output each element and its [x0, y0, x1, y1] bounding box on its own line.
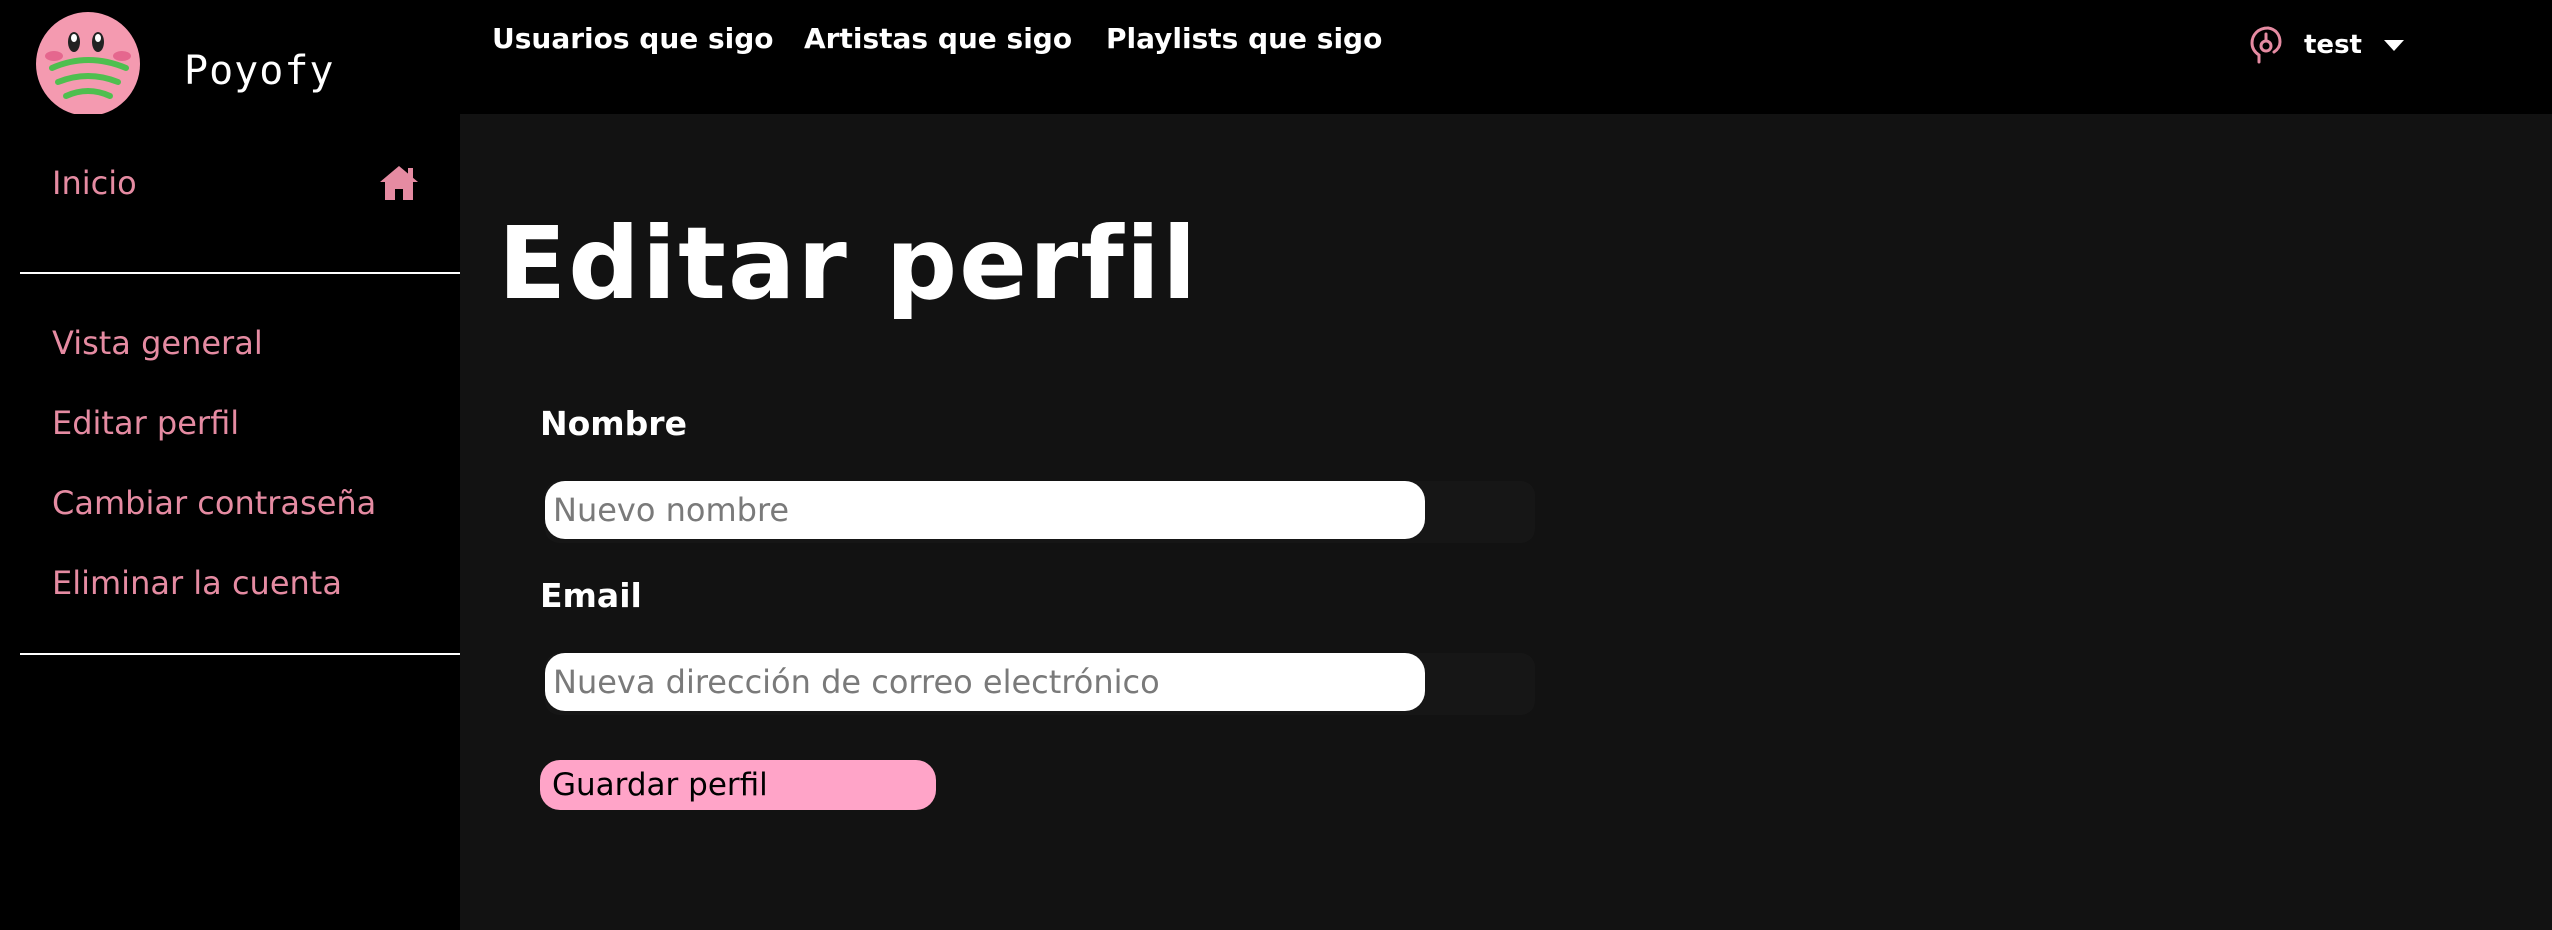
name-field-wrapper: [545, 481, 1535, 543]
top-bar: Poyofy Usuarios que sigo Artistas que si…: [0, 0, 2552, 116]
user-menu[interactable]: test: [2246, 24, 2404, 66]
save-profile-button[interactable]: Guardar perfil: [540, 760, 936, 810]
name-label: Nombre: [540, 404, 687, 443]
name-input[interactable]: [545, 481, 1425, 539]
sidebar: [0, 114, 460, 930]
sidebar-item-cambiar-contrasena[interactable]: Cambiar contraseña: [52, 484, 376, 522]
sidebar-item-vista-general[interactable]: Vista general: [52, 324, 263, 362]
kirby-logo-icon: [36, 12, 140, 116]
email-field-wrapper: [545, 653, 1535, 715]
sidebar-item-editar-perfil[interactable]: Editar perfil: [52, 404, 239, 442]
sidebar-item-inicio[interactable]: Inicio: [52, 164, 137, 202]
page-title: Editar perfil: [498, 205, 1199, 322]
logo-text: Poyofy: [184, 48, 335, 94]
user-name: test: [2304, 30, 2362, 60]
sidebar-item-eliminar-cuenta[interactable]: Eliminar la cuenta: [52, 564, 342, 602]
nav-usuarios[interactable]: Usuarios que sigo: [492, 22, 774, 55]
caret-down-icon: [2383, 39, 2404, 51]
sidebar-divider: [20, 653, 460, 655]
email-label: Email: [540, 576, 642, 615]
home-icon[interactable]: [378, 163, 420, 203]
user-headphones-icon: [2250, 26, 2282, 64]
logo-link[interactable]: Poyofy: [34, 12, 334, 116]
sidebar-divider: [20, 272, 460, 274]
email-input[interactable]: [545, 653, 1425, 711]
nav-playlists[interactable]: Playlists que sigo: [1106, 22, 1382, 55]
nav-artistas[interactable]: Artistas que sigo: [804, 22, 1072, 55]
